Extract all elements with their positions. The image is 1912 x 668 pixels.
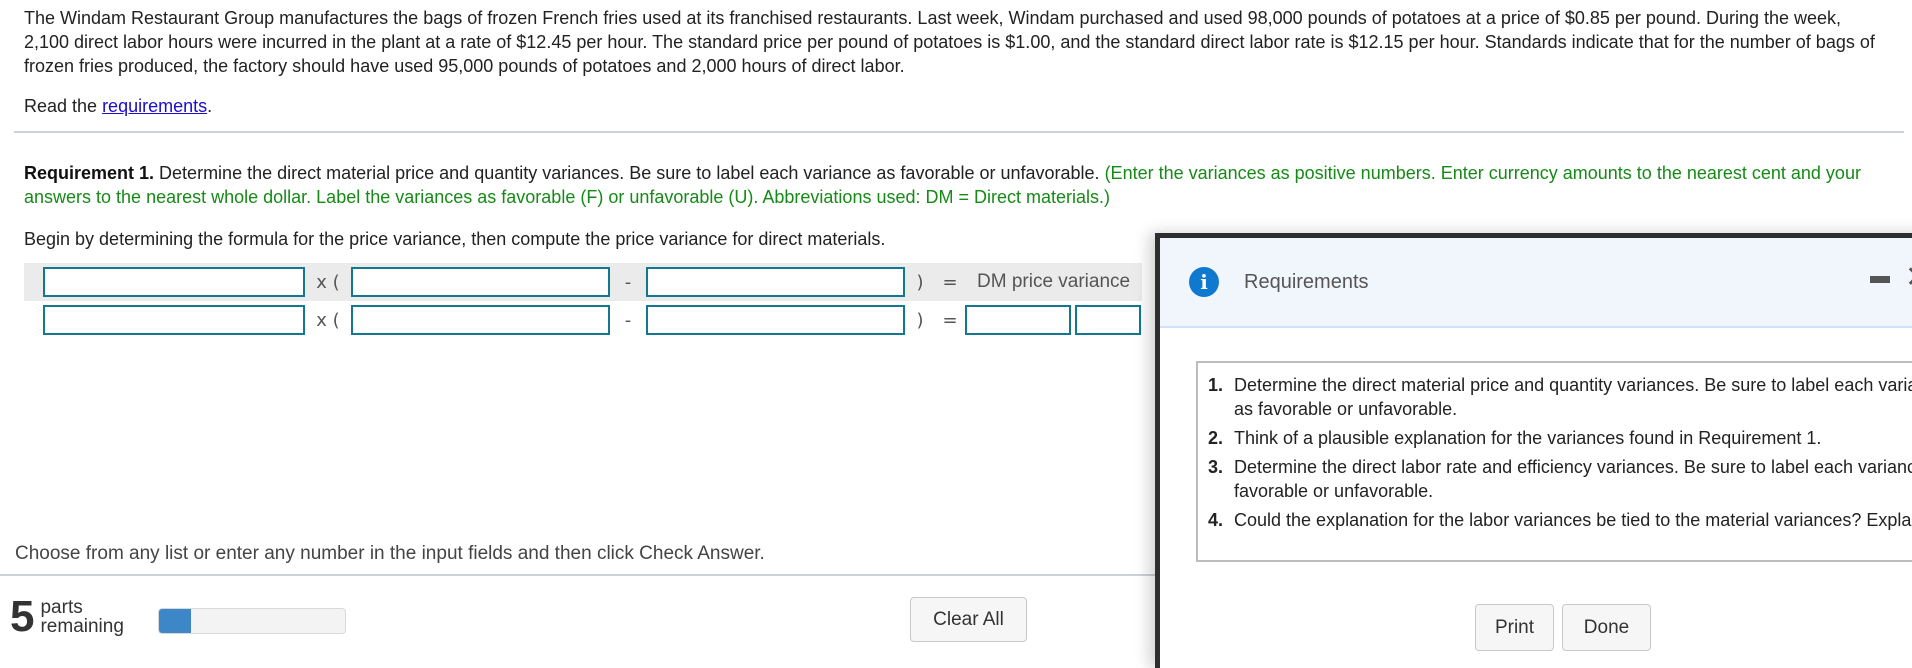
requirement-1-text: Determine the direct material price and …: [154, 163, 1105, 183]
divider-bottom: [0, 574, 1160, 576]
dialog-header: i Requirements ✕: [1160, 238, 1912, 328]
minus-label: -: [624, 309, 632, 331]
parts-remaining: 5 parts remaining: [10, 595, 124, 639]
requirements-list: 1. Determine the direct material price a…: [1208, 373, 1912, 532]
requirement-1: Requirement 1. Determine the direct mate…: [24, 161, 1904, 209]
requirement-text: Determine the direct material price and …: [1234, 375, 1912, 419]
close-icon[interactable]: ✕: [1905, 260, 1912, 295]
clear-all-button[interactable]: Clear All: [910, 597, 1027, 642]
times-paren-label: x (: [316, 271, 340, 293]
read-requirements-line: Read the requirements.: [24, 96, 212, 117]
dm-price-variance-label: DM price variance: [977, 271, 1131, 292]
progress-fill: [159, 609, 191, 633]
requirement-item: 3. Determine the direct labor rate and e…: [1208, 455, 1912, 503]
problem-statement: The Windam Restaurant Group manufactures…: [24, 8, 1875, 76]
requirements-dialog: i Requirements ✕ 1. Determine the direct…: [1155, 233, 1912, 668]
begin-instruction: Begin by determining the formula for the…: [24, 229, 886, 249]
parts-progress-bar: [158, 608, 346, 634]
requirement-item: 2. Think of a plausible explanation for …: [1208, 426, 1912, 450]
equals-label: =: [942, 271, 958, 293]
equals-label: =: [942, 309, 958, 331]
formula-values-row: x ( - ) =: [24, 301, 1144, 339]
info-icon: i: [1189, 267, 1219, 297]
formula-term-1-select[interactable]: [43, 267, 305, 297]
price-variance-formula: x ( - ) = DM price variance x ( - ) =: [24, 263, 1144, 339]
print-button[interactable]: Print: [1475, 604, 1554, 651]
minus-label: -: [624, 271, 632, 293]
parts-count: 5: [10, 592, 35, 641]
minimize-icon[interactable]: [1870, 276, 1890, 283]
requirement-item: 1. Determine the direct material price a…: [1208, 373, 1912, 421]
divider-top: [14, 131, 1904, 133]
requirement-number: 4.: [1208, 510, 1224, 530]
parts-label-line-2: remaining: [40, 616, 124, 637]
formula-header-row: x ( - ) = DM price variance: [24, 263, 1142, 301]
requirement-number: 3.: [1208, 457, 1224, 477]
variance-fu-select[interactable]: [1075, 305, 1141, 335]
requirements-list-box: 1. Determine the direct material price a…: [1196, 361, 1912, 562]
read-suffix: .: [207, 96, 213, 116]
requirement-item: 4. Could the explanation for the labor v…: [1208, 508, 1912, 532]
close-paren-label: ): [916, 309, 924, 331]
value-3-input[interactable]: [646, 305, 905, 335]
requirement-1-label: Requirement 1.: [24, 163, 155, 183]
requirement-text: Determine the direct labor rate and effi…: [1234, 457, 1912, 501]
formula-term-2-select[interactable]: [351, 267, 610, 297]
requirement-number: 1.: [1208, 375, 1224, 395]
formula-term-3-select[interactable]: [646, 267, 905, 297]
requirements-link[interactable]: requirements: [102, 96, 207, 116]
read-prefix: Read the: [24, 96, 103, 116]
done-button[interactable]: Done: [1562, 604, 1651, 651]
parts-label: parts remaining: [40, 598, 123, 636]
value-1-input[interactable]: [43, 305, 305, 335]
close-paren-label: ): [916, 271, 924, 293]
dialog-title: Requirements: [1244, 271, 1369, 293]
requirement-text: Could the explanation for the labor vari…: [1234, 510, 1912, 530]
variance-amount-input[interactable]: [965, 305, 1071, 335]
requirement-text: Think of a plausible explanation for the…: [1234, 428, 1822, 448]
times-paren-label: x (: [316, 309, 340, 331]
requirement-number: 2.: [1208, 428, 1224, 448]
choose-instruction: Choose from any list or enter any number…: [15, 543, 765, 564]
value-2-input[interactable]: [351, 305, 610, 335]
parts-label-line-1: parts: [40, 597, 83, 618]
